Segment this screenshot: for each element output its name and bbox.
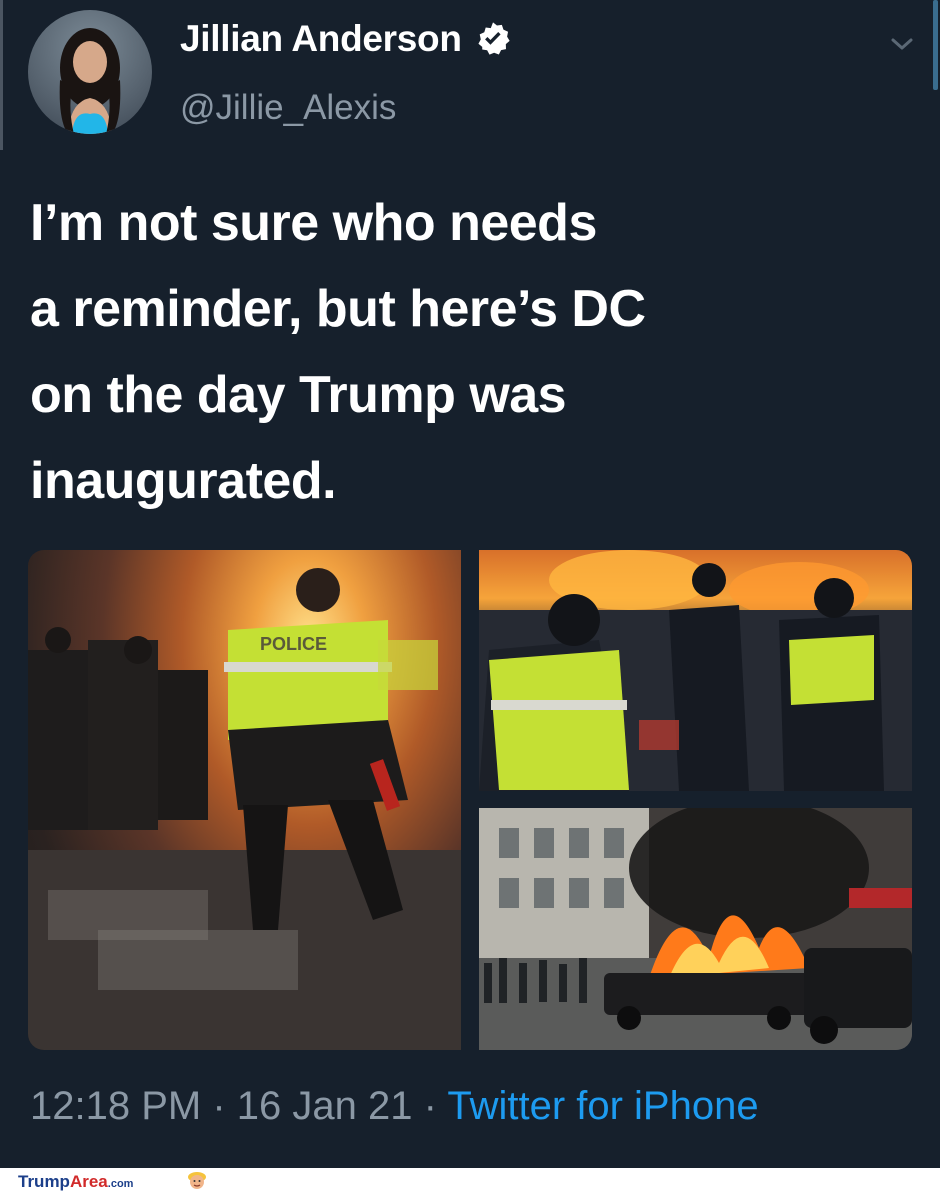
trump-face-icon xyxy=(188,1172,206,1189)
chevron-down-icon[interactable] xyxy=(888,34,916,54)
watermark-bar: TrumpArea.com xyxy=(0,1168,940,1194)
media-grid: POLICE xyxy=(28,550,912,1050)
photo-police-officer[interactable]: POLICE xyxy=(28,550,461,1050)
tweet-time[interactable]: 12:18 PM xyxy=(30,1084,201,1128)
display-name-text[interactable]: Jillian Anderson xyxy=(180,18,462,60)
avatar-image xyxy=(59,28,121,134)
verified-badge-icon xyxy=(478,22,510,55)
tweet-text-line: I’m not sure who needs xyxy=(30,194,597,252)
photo-1-illustration: POLICE xyxy=(28,568,461,1050)
user-handle[interactable]: @Jillie_Alexis xyxy=(180,88,396,128)
tweet-text-line: on the day Trump was xyxy=(30,366,567,424)
photo-3-illustration xyxy=(479,808,912,1050)
tweet-text-line: inaugurated. xyxy=(30,452,337,510)
photo-riot-fire[interactable] xyxy=(479,550,912,791)
site-logo: TrumpArea.com xyxy=(18,1172,133,1192)
tweet-text-line: a reminder, but here’s DC xyxy=(30,280,646,338)
logo-part-1: Trump xyxy=(18,1172,70,1191)
logo-part-2: Area xyxy=(69,1172,108,1191)
meta-separator: · xyxy=(423,1084,437,1128)
thread-line xyxy=(0,0,3,150)
tweet-card: Jillian Anderson @Jillie_Alexis I’m not … xyxy=(0,0,940,1168)
tweet-source-link[interactable]: Twitter for iPhone xyxy=(447,1084,758,1128)
photo-burning-limo[interactable] xyxy=(479,808,912,1050)
avatar[interactable] xyxy=(28,10,152,134)
scrollbar[interactable] xyxy=(933,0,938,90)
photo-2-illustration xyxy=(479,550,912,791)
tweet-meta: 12:18 PM · 16 Jan 21 · Twitter for iPhon… xyxy=(30,1084,759,1129)
meta-separator: · xyxy=(212,1084,226,1128)
tweet-date[interactable]: 16 Jan 21 xyxy=(237,1084,413,1128)
display-name[interactable]: Jillian Anderson xyxy=(180,18,512,60)
police-label: POLICE xyxy=(260,634,327,654)
tweet-text: I’m not sure who needs a reminder, but h… xyxy=(30,180,890,524)
logo-part-3: .com xyxy=(107,1178,134,1190)
